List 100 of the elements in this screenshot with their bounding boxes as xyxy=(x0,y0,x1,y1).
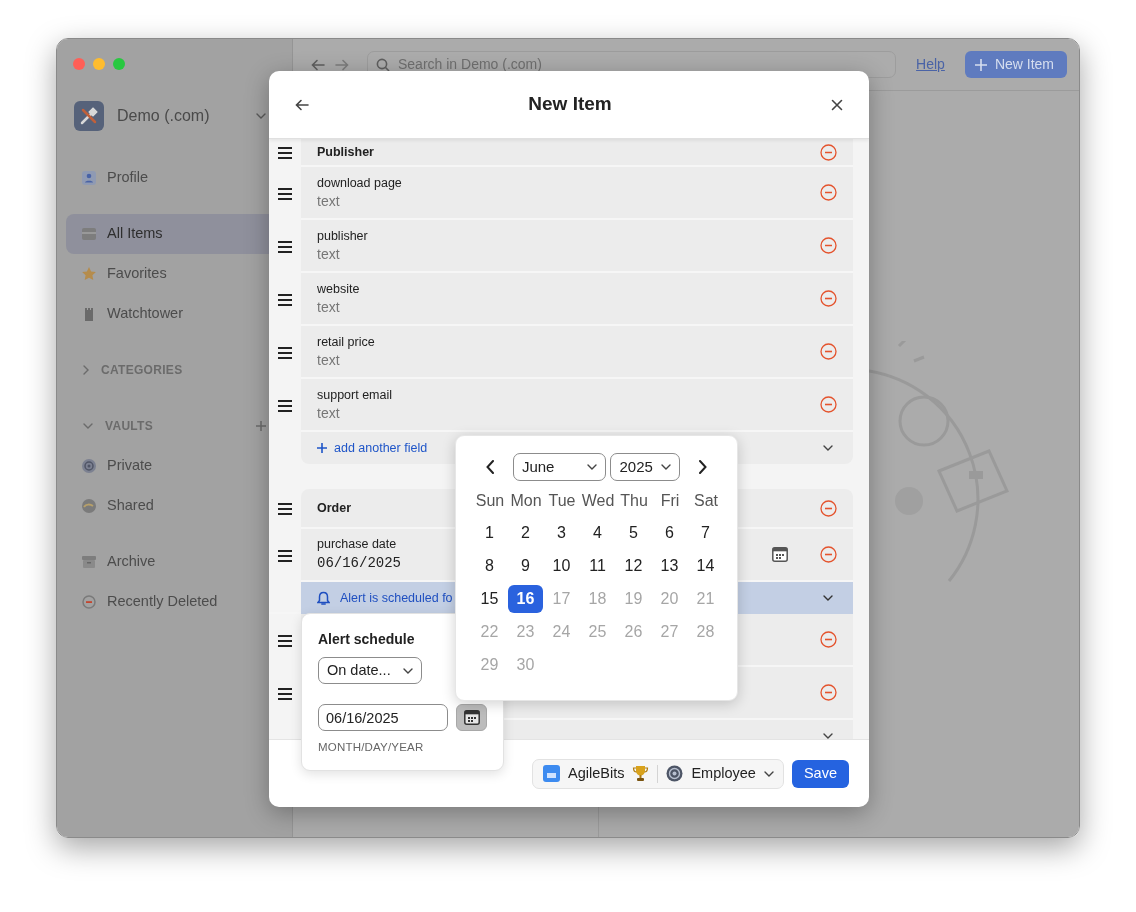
chevron-left-icon xyxy=(486,460,495,474)
drag-handle-icon[interactable] xyxy=(278,503,292,515)
calendar-day: 26 xyxy=(616,618,651,646)
calendar-day[interactable]: 10 xyxy=(544,552,579,580)
remove-icon[interactable] xyxy=(820,143,837,161)
save-button[interactable]: Save xyxy=(791,759,849,788)
calendar-day: 23 xyxy=(508,618,543,646)
calendar-day[interactable]: 4 xyxy=(580,519,615,547)
calendar-day[interactable]: 16 xyxy=(508,585,543,613)
drag-handle-icon[interactable] xyxy=(278,687,292,700)
drag-handle-icon[interactable] xyxy=(278,346,292,359)
calendar-day[interactable]: 14 xyxy=(688,552,723,580)
remove-icon[interactable] xyxy=(820,343,837,360)
field-value[interactable]: 06/16/2025 xyxy=(317,552,401,574)
star-icon xyxy=(81,266,97,282)
drag-handle-icon[interactable] xyxy=(278,187,292,200)
calendar-day: 29 xyxy=(472,651,507,679)
year-select[interactable]: 2025 xyxy=(610,453,681,481)
field-input[interactable]: text xyxy=(317,192,437,210)
drag-handle-icon[interactable] xyxy=(278,634,292,647)
search-icon xyxy=(376,57,390,72)
remove-icon[interactable] xyxy=(820,631,837,648)
dialog-title: New Item xyxy=(528,92,612,117)
close-icon[interactable] xyxy=(831,98,843,111)
weekday-label: Wed xyxy=(580,491,616,511)
drag-handle-icon[interactable] xyxy=(278,240,292,253)
month-select[interactable]: June xyxy=(512,453,607,481)
drag-handle-icon[interactable] xyxy=(278,399,292,412)
remove-icon[interactable] xyxy=(820,499,837,517)
calendar-day[interactable]: 3 xyxy=(544,519,579,547)
drag-handle-icon[interactable] xyxy=(278,293,292,306)
window-control-dot[interactable] xyxy=(113,58,125,70)
calendar-day[interactable]: 12 xyxy=(616,552,651,580)
popover-title: Alert schedule xyxy=(318,630,416,649)
alert-text: Alert is scheduled fo xyxy=(340,589,453,607)
box-icon xyxy=(81,554,97,570)
remove-icon[interactable] xyxy=(820,237,837,254)
chevron-down-icon xyxy=(83,423,93,429)
bell-icon xyxy=(317,590,330,606)
calendar-button[interactable] xyxy=(456,704,487,731)
chevron-down-icon xyxy=(587,464,598,470)
weekday-label: Fri xyxy=(659,491,681,511)
account-name[interactable]: Demo (.com) xyxy=(117,104,243,128)
weekday-label: Sat xyxy=(693,491,719,511)
calendar-day[interactable]: 6 xyxy=(652,519,687,547)
chevron-right-icon xyxy=(83,365,89,375)
remove-icon[interactable] xyxy=(820,546,837,563)
chevron-down-icon xyxy=(256,113,266,119)
window-control-dot[interactable] xyxy=(73,58,85,70)
back-arrow-icon[interactable] xyxy=(295,98,309,111)
field-label: purchase date xyxy=(317,535,398,553)
section-title: Publisher xyxy=(317,143,374,161)
calendar-day: 22 xyxy=(472,618,507,646)
calendar-day[interactable]: 8 xyxy=(472,552,507,580)
field-label: publisher xyxy=(317,228,369,245)
chevron-down-icon xyxy=(403,667,413,674)
calendar-day[interactable]: 15 xyxy=(472,585,507,613)
calendar-day[interactable]: 13 xyxy=(652,552,687,580)
weekday-label: Sun xyxy=(474,491,506,511)
field-label: support email xyxy=(317,387,394,404)
calendar-day[interactable]: 7 xyxy=(688,519,723,547)
date-format-hint: MONTH/DAY/YEAR xyxy=(318,740,425,755)
add-field-link[interactable]: add another field xyxy=(317,438,428,458)
calendar-day: 28 xyxy=(688,618,723,646)
remove-icon[interactable] xyxy=(820,684,837,701)
calendar-icon[interactable] xyxy=(772,547,788,562)
person-icon xyxy=(81,170,97,186)
calendar-day[interactable]: 5 xyxy=(616,519,651,547)
chevron-down-icon xyxy=(763,770,774,777)
field-input[interactable]: text xyxy=(317,298,437,316)
field-label: website xyxy=(317,281,361,298)
field-label: retail price xyxy=(317,334,376,351)
trophy-icon xyxy=(632,765,650,782)
remove-icon[interactable] xyxy=(820,184,837,201)
calendar-day: 19 xyxy=(616,585,651,613)
section-title: Order xyxy=(317,499,352,517)
chevron-down-icon xyxy=(661,464,672,470)
vault-picker[interactable]: AgileBits Employee xyxy=(532,758,784,789)
field-input[interactable]: text xyxy=(317,351,437,369)
card-icon xyxy=(81,226,97,242)
calendar-day[interactable]: 9 xyxy=(508,552,543,580)
date-input[interactable]: 06/16/2025 xyxy=(318,704,448,731)
calendar-day: 18 xyxy=(580,585,615,613)
drag-handle-icon[interactable] xyxy=(278,549,292,562)
drag-handle-icon[interactable] xyxy=(278,147,292,159)
calendar-day[interactable]: 11 xyxy=(580,552,615,580)
calendar-day: 21 xyxy=(688,585,723,613)
weekday-label: Thu xyxy=(619,491,649,511)
field-input[interactable]: text xyxy=(317,245,437,263)
window-control-dot[interactable] xyxy=(93,58,105,70)
remove-icon[interactable] xyxy=(820,290,837,307)
field-input[interactable]: text xyxy=(317,404,437,422)
field-label: download page xyxy=(317,175,403,192)
calendar-day[interactable]: 2 xyxy=(508,519,543,547)
plus-icon xyxy=(317,443,327,453)
plus-icon xyxy=(974,58,987,71)
weekday-label: Tue xyxy=(547,491,577,511)
calendar-day[interactable]: 1 xyxy=(472,519,507,547)
schedule-select[interactable]: On date... xyxy=(318,657,422,684)
remove-icon[interactable] xyxy=(820,396,837,413)
